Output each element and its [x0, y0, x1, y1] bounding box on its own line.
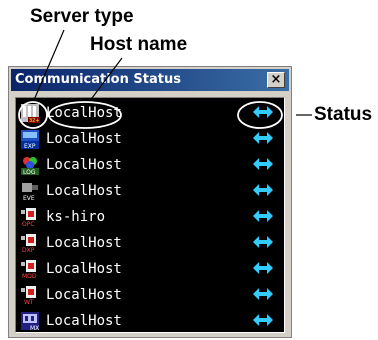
host-name-annotation: Host name	[90, 34, 188, 55]
window-title: Communication Status	[15, 72, 181, 87]
host-name: LocalHost	[46, 105, 122, 121]
host-name: LocalHost	[46, 157, 122, 173]
list-item[interactable]: EVE LocalHost	[16, 178, 284, 204]
title-bar[interactable]: Communication Status ×	[11, 69, 289, 91]
bidirectional-arrow-icon	[253, 210, 273, 222]
host-name: LocalHost	[46, 261, 122, 277]
bidirectional-arrow-icon	[253, 314, 273, 326]
list-item[interactable]: LOG LocalHost	[16, 152, 284, 178]
list-item[interactable]: MX LocalHost	[16, 308, 284, 334]
svg-text:MX: MX	[30, 325, 39, 331]
list-item[interactable]: DXP LocalHost	[16, 230, 284, 256]
svg-text:MOD: MOD	[22, 273, 37, 279]
svg-text:DXP: DXP	[22, 247, 35, 253]
list-item[interactable]: EXP LocalHost	[16, 126, 284, 152]
svg-text:OPC: OPC	[22, 221, 35, 227]
svg-text:32+: 32+	[29, 118, 40, 123]
list-item[interactable]: 32+ LocalHost	[16, 100, 284, 126]
list-item[interactable]: MOD LocalHost	[16, 256, 284, 282]
host-name: LocalHost	[46, 235, 122, 251]
host-name: ks-hiro	[46, 209, 106, 225]
svg-text:EVE: EVE	[23, 195, 35, 201]
server-type-dxp-icon: DXP	[21, 234, 39, 253]
server-type-exp-icon: EXP	[21, 130, 39, 149]
host-name: LocalHost	[46, 313, 122, 329]
host-name: LocalHost	[46, 183, 122, 199]
close-button[interactable]: ×	[267, 72, 285, 88]
bidirectional-arrow-icon	[253, 236, 273, 248]
server-type-wt-icon: WT	[21, 286, 39, 305]
svg-text:WT: WT	[24, 299, 34, 305]
bidirectional-arrow-icon	[253, 158, 273, 170]
bidirectional-arrow-icon	[253, 132, 273, 144]
server-status-list: 32+ LocalHost EXP LocalHost LOG LocalHos…	[15, 97, 285, 333]
server-type-annotation: Server type	[30, 6, 134, 27]
server-type-eve-icon: EVE	[21, 183, 39, 201]
list-item[interactable]: WT LocalHost	[16, 282, 284, 308]
host-name: LocalHost	[46, 131, 122, 147]
svg-text:LOG: LOG	[23, 169, 36, 175]
communication-status-window: Communication Status × 32+ LocalHost EXP…	[8, 66, 292, 338]
bidirectional-arrow-icon	[253, 106, 273, 118]
server-type-log-icon: LOG	[21, 157, 39, 175]
host-name: LocalHost	[46, 287, 122, 303]
bidirectional-arrow-icon	[253, 262, 273, 274]
server-type-opc-icon: OPC	[21, 208, 39, 227]
bidirectional-arrow-icon	[253, 288, 273, 300]
close-icon: ×	[270, 72, 282, 87]
svg-text:EXP: EXP	[24, 143, 36, 149]
server-type-mx-icon: MX	[21, 312, 39, 331]
status-annotation: Status	[314, 104, 373, 125]
server-type-32-icon: 32+	[21, 104, 40, 123]
server-type-mod-icon: MOD	[21, 260, 39, 279]
list-item[interactable]: OPC ks-hiro	[16, 204, 284, 230]
bidirectional-arrow-icon	[253, 184, 273, 196]
